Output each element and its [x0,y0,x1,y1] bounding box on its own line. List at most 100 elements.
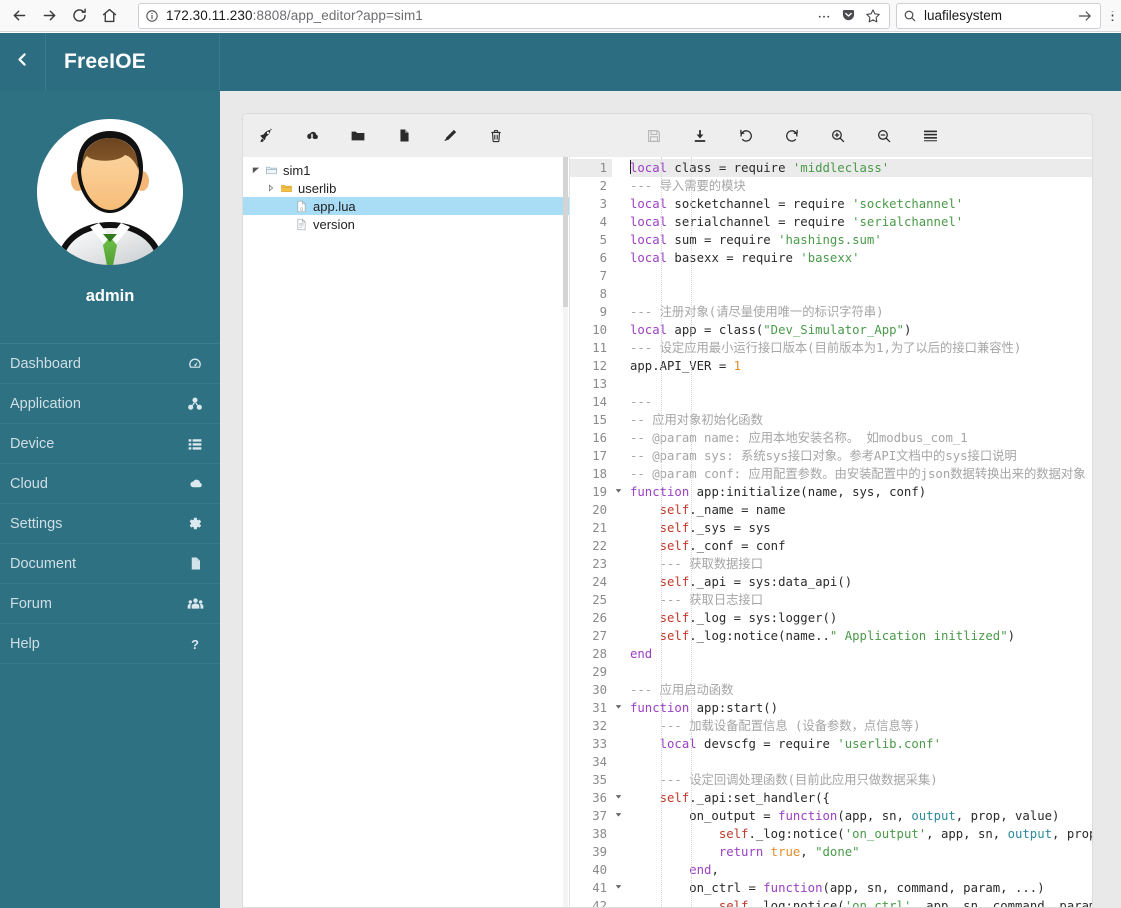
redo-button[interactable] [769,114,815,157]
line-number: 35 [592,773,607,787]
code-fold-column[interactable] [612,157,624,907]
sidebar-item-settings[interactable]: Settings [0,504,220,544]
cloud-upload-icon [304,128,320,144]
new-folder-button[interactable] [335,114,381,157]
avatar[interactable] [37,119,183,265]
code-content[interactable]: local class = require 'middleclass' --- 导… [624,157,1092,907]
line-number: 42 [592,899,607,907]
file-tree-item-app-lua[interactable]: {} app.lua [243,197,569,215]
sidebar-item-dashboard[interactable]: Dashboard [0,344,220,384]
rename-button[interactable] [427,114,473,157]
fold-toggle-icon[interactable] [612,483,624,501]
line-number: 41 [592,881,607,895]
zoom-in-button[interactable] [815,114,861,157]
sidebar-item-application[interactable]: Application [0,384,220,424]
search-bar[interactable]: luafilesystem [896,2,1101,29]
code-line: return true, "done" [718,845,860,859]
star-icon[interactable] [865,8,881,24]
undo-button[interactable] [723,114,769,157]
folder-open-icon [263,164,280,177]
file-tree-item-label: sim1 [283,162,311,178]
search-go-button[interactable] [1076,8,1094,24]
browser-back-button[interactable] [4,2,34,30]
code-line: -- @param name: 应用本地安装名称。 如modbus_com_1 [630,431,968,445]
delete-button[interactable] [473,114,519,157]
magnifier-plus-icon [830,128,846,144]
code-line: self._api:set_handler({ [659,791,830,805]
file-tree-item-userlib[interactable]: userlib [243,179,569,197]
list-icon [186,435,204,453]
sidebar-item-forum[interactable]: Forum [0,584,220,624]
folder-icon [350,128,366,144]
line-number: 32 [592,719,607,733]
browser-home-button[interactable] [94,2,124,30]
code-line: local socketchannel = require 'socketcha… [630,197,964,211]
code-line: on_output = function(app, sn, output, pr… [630,809,1060,823]
code-line: --- 加载设备配置信息 (设备参数，点信息等) [659,719,921,733]
new-file-button[interactable] [381,114,427,157]
sidebar-collapse-button[interactable] [0,33,46,91]
download-button[interactable] [677,114,723,157]
pocket-icon[interactable] [841,8,856,23]
sidebar-item-label: Forum [10,595,52,612]
sidebar-item-help[interactable]: Help? [0,624,220,664]
sidebar-item-device[interactable]: Device [0,424,220,464]
search-input-value[interactable]: luafilesystem [924,8,1076,23]
line-number: 29 [592,665,607,679]
app-brand[interactable]: FreeIOE [46,33,220,91]
editor-toolbar [243,114,1092,157]
upload-button[interactable] [289,114,335,157]
browser-forward-button[interactable] [34,2,64,30]
svg-text:?: ? [191,636,199,651]
fold-toggle-icon[interactable] [612,879,624,897]
file-tree-item-version[interactable]: version [243,215,569,233]
line-number: 40 [592,863,607,877]
url-bar[interactable]: 172.30.11.230:8808/app_editor?app=sim1 [138,2,890,29]
code-line: self._log:notice('on_output', app, sn, o… [718,827,1092,841]
menu-button[interactable] [907,114,953,157]
chevron-left-icon [14,51,31,73]
deploy-button[interactable] [243,114,289,157]
chevron-right-icon[interactable] [264,184,278,192]
code-line: self._sys = sys [659,521,771,535]
sidebar-item-document[interactable]: Document [0,544,220,584]
sidebar-item-label: Dashboard [10,355,81,372]
code-editor[interactable]: 1 2 3 4 5 6 7 8 9 10 11 12 13 14 15 16 17 18 19 20 21 22 23 24 2… [570,157,1092,907]
file-tree-scrollbar[interactable] [563,157,568,907]
line-number-gutter: 1 2 3 4 5 6 7 8 9 10 11 12 13 14 15 16 17 18 19 20 21 22 23 24 2… [570,157,612,907]
line-number: 30 [592,683,607,697]
file-tree[interactable]: sim1 userlib{} app.lua version [243,157,570,907]
app-editor-panel: sim1 userlib{} app.lua version 1 2 3 4 5 6 7 8 9 10 1… [242,113,1093,908]
file-tree-item-sim1[interactable]: sim1 [243,161,569,179]
fold-toggle-icon[interactable] [612,807,624,825]
code-line: end [630,647,653,661]
line-number: 3 [599,197,607,211]
ellipsis-icon[interactable] [816,9,832,23]
browser-menu-button[interactable]: ⋮ [1105,11,1117,21]
zoom-out-button[interactable] [861,114,907,157]
sidebar: admin Dashboard Application Device Cloud Set… [0,91,220,908]
browser-reload-button[interactable] [64,2,94,30]
chevron-down-icon[interactable] [249,166,263,174]
fold-toggle-icon[interactable] [612,789,624,807]
line-number: 25 [592,593,607,607]
code-line: self._log:notice('on_ctrl', app, sn ,com… [718,899,1092,907]
code-line: local app = class("Dev_Simulator_App") [630,323,912,337]
code-line: --- 注册对象(请尽量使用唯一的标识字符串) [630,305,884,319]
sidebar-item-cloud[interactable]: Cloud [0,464,220,504]
fold-toggle-icon[interactable] [612,699,624,717]
